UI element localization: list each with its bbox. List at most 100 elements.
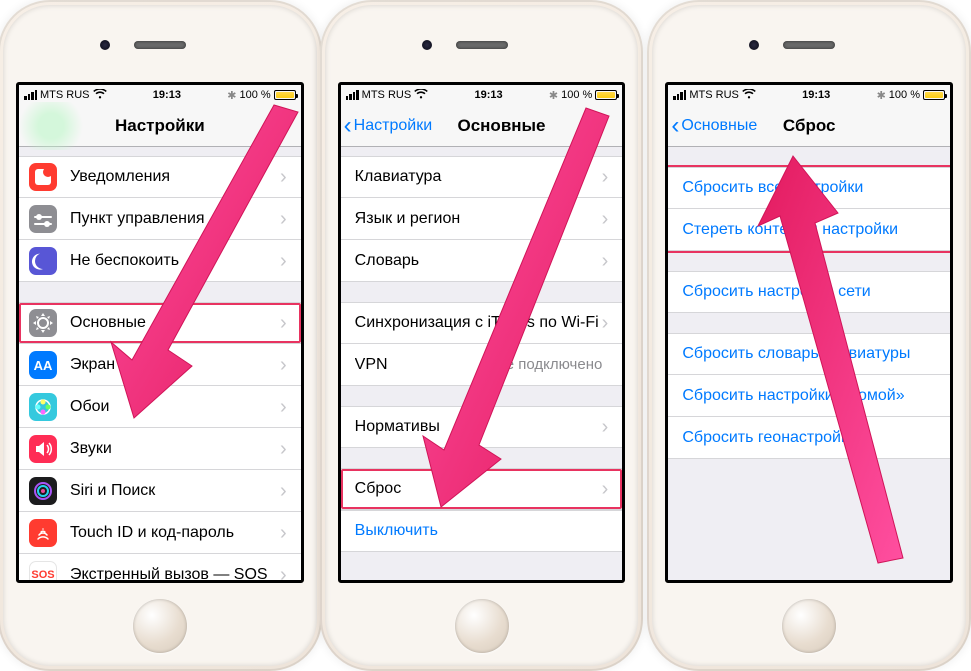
settings-row-general[interactable]: Основные› [19,302,301,344]
row-label: Сбросить настройки сети [682,283,870,301]
battery-pct: 100 % [239,89,270,101]
camera-dot [749,40,759,50]
home-button[interactable] [133,599,187,653]
row-label: Словарь [355,252,602,270]
wifi-icon [742,89,756,102]
settings-row-wallpaper[interactable]: Обои› [19,386,301,428]
row-shutdown[interactable]: Выключить [341,510,623,552]
settings-row-sounds[interactable]: Звуки› [19,428,301,470]
battery-icon [274,90,296,100]
clock-label: 19:13 [153,89,181,101]
clock-label: 19:13 [802,89,830,101]
device-1: MTS RUS 19:13 ✱ 100 % Настройки Уведомле… [0,0,322,671]
camera-dot [100,40,110,50]
row-label: Звуки [70,440,280,458]
row-item[interactable]: Сбросить настройки сети [668,271,950,313]
bluetooth-icon: ✱ [877,89,886,102]
settings-row-siri[interactable]: Siri и Поиск› [19,470,301,512]
settings-list[interactable]: Уведомления›Пункт управления›Не беспокои… [19,147,301,580]
row-label: Нормативы [355,418,602,436]
row-label: Siri и Поиск [70,482,280,500]
row-label: Клавиатура [355,168,602,186]
row-item[interactable]: Стереть контент и настройки [668,209,950,251]
back-label: Основные [681,117,757,135]
row-label: Синхронизация с iTunes по Wi-Fi [355,314,602,332]
row-label: VPN [355,356,495,374]
battery-icon [595,90,617,100]
row-label: Пункт управления [70,210,280,228]
signal-icon [24,90,37,100]
row-item[interactable]: Язык и регион› [341,198,623,240]
row-label: Touch ID и код-пароль [70,524,280,542]
screen-3: MTS RUS 19:13 ✱ 100 % ‹Основные Сброс Сб… [665,82,953,583]
settings-row-notif[interactable]: Уведомления› [19,156,301,198]
carrier-label: MTS RUS [40,89,90,101]
carrier-label: MTS RUS [362,89,412,101]
camera-dot [422,40,432,50]
row-label: Экран и яркость [70,356,280,374]
carrier-label: MTS RUS [689,89,739,101]
nav-bar: ‹Основные Сброс [668,105,950,147]
settings-row-control[interactable]: Пункт управления› [19,198,301,240]
nav-bar: Настройки [19,105,301,147]
settings-row-touchid[interactable]: Touch ID и код-пароль› [19,512,301,554]
speaker-slot [783,41,835,49]
row-label: Язык и регион [355,210,602,228]
screen-1: MTS RUS 19:13 ✱ 100 % Настройки Уведомле… [16,82,304,583]
back-button[interactable]: ‹Настройки [341,117,432,135]
shutdown-label: Выключить [355,522,438,540]
row-item[interactable]: Сброс› [341,468,623,510]
row-item[interactable]: Нормативы› [341,406,623,448]
row-item[interactable]: Клавиатура› [341,156,623,198]
row-label: Сбросить все настройки [682,179,863,197]
general-list[interactable]: Клавиатура›Язык и регион›Словарь› Синхро… [341,147,623,580]
wifi-icon [414,89,428,102]
back-button[interactable]: ‹Основные [668,117,757,135]
screen-2: MTS RUS 19:13 ✱ 100 % ‹Настройки Основны… [338,82,626,583]
row-label: Уведомления [70,168,280,186]
status-bar: MTS RUS 19:13 ✱ 100 % [19,85,301,105]
settings-row-sos[interactable]: SOSЭкстренный вызов — SOS› [19,554,301,580]
clock-label: 19:13 [474,89,502,101]
row-item[interactable]: Сбросить все настройки [668,167,950,209]
row-label: Сбросить словарь клавиатуры [682,345,910,363]
row-item[interactable]: Сбросить настройки «Домой» [668,375,950,417]
wifi-icon [93,89,107,102]
back-label: Настройки [354,117,432,135]
battery-pct: 100 % [561,89,592,101]
status-bar: MTS RUS 19:13 ✱ 100 % [668,85,950,105]
row-label: Сбросить настройки «Домой» [682,387,904,405]
row-item[interactable]: Синхронизация с iTunes по Wi-Fi› [341,302,623,344]
device-3: MTS RUS 19:13 ✱ 100 % ‹Основные Сброс Сб… [647,0,971,671]
row-item[interactable]: VPNНе подключено› [341,344,623,386]
row-label: Обои [70,398,280,416]
settings-row-dnd[interactable]: Не беспокоить› [19,240,301,282]
nav-bar: ‹Настройки Основные [341,105,623,147]
row-item[interactable]: Словарь› [341,240,623,282]
row-item[interactable]: Сбросить словарь клавиатуры [668,333,950,375]
device-2: MTS RUS 19:13 ✱ 100 % ‹Настройки Основны… [320,0,644,671]
speaker-slot [456,41,508,49]
bluetooth-icon: ✱ [549,89,558,102]
page-title: Настройки [19,116,301,136]
speaker-slot [134,41,186,49]
row-label: Сброс [355,480,602,498]
home-button[interactable] [782,599,836,653]
row-label: Стереть контент и настройки [682,221,898,239]
battery-pct: 100 % [889,89,920,101]
signal-icon [346,90,359,100]
row-label: Сбросить геонастройки [682,429,857,447]
row-item[interactable]: Сбросить геонастройки [668,417,950,459]
status-bar: MTS RUS 19:13 ✱ 100 % [341,85,623,105]
row-value: Не подключено [495,356,602,373]
row-label: Основные [70,314,280,332]
row-label: Экстренный вызов — SOS [70,566,280,581]
signal-icon [673,90,686,100]
battery-icon [923,90,945,100]
bluetooth-icon: ✱ [227,89,236,102]
svg-text:AA: AA [34,358,53,373]
home-button[interactable] [455,599,509,653]
reset-list[interactable]: Сбросить все настройки Стереть контент и … [668,147,950,580]
settings-row-display[interactable]: AAЭкран и яркость› [19,344,301,386]
row-label: Не беспокоить [70,252,280,270]
